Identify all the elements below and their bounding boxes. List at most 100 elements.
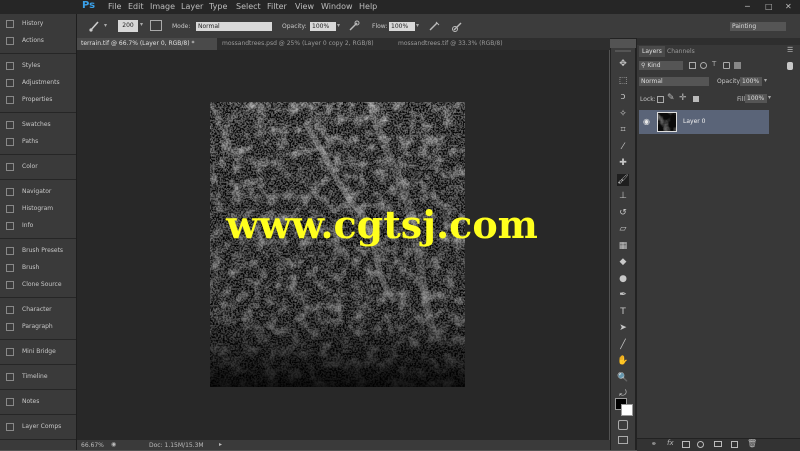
layer-kind-filter[interactable]: ⚲ Kind xyxy=(639,61,683,70)
panel-button-brush-presets[interactable]: Brush Presets xyxy=(0,243,76,260)
minimize-icon[interactable]: ─ xyxy=(745,2,750,11)
brush-tool-icon[interactable]: 🖌 xyxy=(617,173,629,186)
filter-smart-object-icon[interactable] xyxy=(734,62,741,69)
panel-button-timeline[interactable]: Timeline xyxy=(0,369,76,386)
panel-button-swatches[interactable]: Swatches xyxy=(0,117,76,134)
panel-button-navigator[interactable]: Navigator xyxy=(0,184,76,201)
blend-mode-select[interactable]: Normal xyxy=(639,77,709,86)
layer-style-icon[interactable]: fx xyxy=(667,439,674,447)
panel-button-properties[interactable]: Properties xyxy=(0,92,76,109)
lock-position-icon[interactable]: ✛ xyxy=(679,93,687,103)
brush-tool-preset-icon[interactable] xyxy=(88,20,102,32)
tab-terrain[interactable]: terrain.tif @ 66.7% (Layer 0, RGB/8) * xyxy=(77,38,217,50)
link-layers-icon[interactable]: ⚭ xyxy=(651,440,657,448)
filter-pixel-icon[interactable] xyxy=(689,62,696,69)
adjustment-layer-icon[interactable] xyxy=(697,441,704,448)
lasso-tool-icon[interactable]: ↄ xyxy=(617,91,629,103)
gradient-tool-icon[interactable]: ▦ xyxy=(617,240,629,252)
hand-tool-icon[interactable]: ✋ xyxy=(617,355,629,367)
tab-channels[interactable]: Channels xyxy=(667,46,695,57)
new-layer-icon[interactable] xyxy=(731,441,738,448)
menu-filter[interactable]: Filter xyxy=(267,2,287,11)
panel-button-brush[interactable]: Brush xyxy=(0,260,76,277)
blur-tool-icon[interactable]: ◆ xyxy=(617,256,629,268)
filter-adjustment-icon[interactable] xyxy=(700,62,707,69)
flow-field[interactable]: 100% xyxy=(389,22,415,31)
airbrush-icon[interactable] xyxy=(428,20,440,32)
brush-panel-toggle-icon[interactable] xyxy=(150,20,162,31)
eraser-tool-icon[interactable]: ▱ xyxy=(617,223,629,235)
panel-button-history[interactable]: History xyxy=(0,16,76,33)
pressure-size-icon[interactable] xyxy=(452,20,464,32)
opacity-field[interactable]: 100% xyxy=(310,22,336,31)
panel-button-histogram[interactable]: Histogram xyxy=(0,201,76,218)
pen-tool-icon[interactable]: ✒ xyxy=(617,289,629,301)
maximize-icon[interactable]: □ xyxy=(765,2,773,11)
layer-thumbnail[interactable] xyxy=(657,112,677,132)
screen-mode-icon[interactable] xyxy=(618,436,628,444)
type-tool-icon[interactable]: T xyxy=(617,306,629,318)
panel-button-actions[interactable]: Actions xyxy=(0,33,76,50)
panel-button-paths[interactable]: Paths xyxy=(0,134,76,151)
background-color-swatch[interactable] xyxy=(621,404,633,416)
tab-layers[interactable]: Layers xyxy=(639,46,665,57)
layer-name[interactable]: Layer 0 xyxy=(683,118,705,125)
lock-image-icon[interactable]: ✎ xyxy=(667,93,675,103)
tab-mossandtrees-psd[interactable]: mossandtrees.psd @ 25% (Layer 0 copy 2, … xyxy=(218,38,393,50)
menu-image[interactable]: Image xyxy=(150,2,175,11)
preset-chevron-icon[interactable]: ▾ xyxy=(104,22,107,29)
menu-file[interactable]: File xyxy=(108,2,121,11)
layer-opacity-chevron-icon[interactable]: ▾ xyxy=(764,77,767,84)
lock-all-icon[interactable] xyxy=(693,96,699,102)
status-info-icon[interactable]: ◉ xyxy=(111,441,116,448)
menu-layer[interactable]: Layer xyxy=(181,2,203,11)
quick-mask-icon[interactable] xyxy=(618,420,628,430)
clone-stamp-tool-icon[interactable]: ⊥ xyxy=(617,190,629,202)
panel-button-notes[interactable]: Notes xyxy=(0,394,76,411)
toolbar-grip[interactable] xyxy=(615,50,631,52)
add-mask-icon[interactable] xyxy=(682,441,690,448)
panel-button-styles[interactable]: Styles xyxy=(0,58,76,75)
menu-view[interactable]: View xyxy=(295,2,314,11)
tab-mossandtrees-tif[interactable]: mossandtrees.tif @ 33.3% (RGB/8) xyxy=(394,38,544,50)
panel-button-mini-bridge[interactable]: Mini Bridge xyxy=(0,344,76,361)
panel-button-layer-comps[interactable]: Layer Comps xyxy=(0,419,76,436)
menu-type[interactable]: Type xyxy=(209,2,227,11)
brush-size-field[interactable]: 200 xyxy=(118,20,138,32)
panel-button-info[interactable]: Info xyxy=(0,218,76,235)
history-brush-tool-icon[interactable]: ↺ xyxy=(617,207,629,219)
panel-button-color[interactable]: Color xyxy=(0,159,76,176)
menu-edit[interactable]: Edit xyxy=(128,2,144,11)
zoom-level[interactable]: 66.67% xyxy=(81,442,104,449)
filter-shape-icon[interactable] xyxy=(723,62,730,69)
eyedropper-tool-icon[interactable]: ⁄ xyxy=(617,141,629,153)
filter-toggle-icon[interactable] xyxy=(787,62,793,70)
menu-window[interactable]: Window xyxy=(321,2,353,11)
status-menu-icon[interactable]: ▸ xyxy=(219,441,222,448)
panel-menu-icon[interactable]: ☰ xyxy=(787,46,793,54)
brush-picker-chevron-icon[interactable]: ▾ xyxy=(140,21,143,28)
fill-field[interactable]: 100% xyxy=(745,94,767,103)
menu-help[interactable]: Help xyxy=(359,2,377,11)
move-tool-icon[interactable]: ✥ xyxy=(617,58,629,70)
panel-button-character[interactable]: Character xyxy=(0,302,76,319)
mode-select[interactable]: Normal xyxy=(196,22,272,31)
layer-row[interactable]: ◉ Layer 0 xyxy=(639,110,769,134)
crop-tool-icon[interactable]: ⌗ xyxy=(617,124,629,136)
workspace-switcher[interactable]: Painting xyxy=(730,22,786,31)
new-group-icon[interactable] xyxy=(714,441,722,447)
filter-type-icon[interactable]: T xyxy=(712,60,716,68)
close-icon[interactable]: ✕ xyxy=(785,2,792,11)
layer-opacity-field[interactable]: 100% xyxy=(740,77,762,86)
line-tool-icon[interactable]: ╱ xyxy=(617,339,629,351)
pressure-opacity-icon[interactable] xyxy=(348,20,360,32)
delete-layer-icon[interactable]: 🗑 xyxy=(747,439,757,448)
panel-button-clone-source[interactable]: Clone Source xyxy=(0,277,76,294)
opacity-chevron-icon[interactable]: ▾ xyxy=(337,22,340,29)
path-select-tool-icon[interactable]: ➤ xyxy=(617,322,629,334)
dodge-tool-icon[interactable]: ● xyxy=(617,273,629,285)
marquee-tool-icon[interactable]: ⬚ xyxy=(617,75,629,87)
healing-brush-tool-icon[interactable]: ✚ xyxy=(617,157,629,169)
flow-chevron-icon[interactable]: ▾ xyxy=(416,22,419,29)
menu-select[interactable]: Select xyxy=(236,2,261,11)
